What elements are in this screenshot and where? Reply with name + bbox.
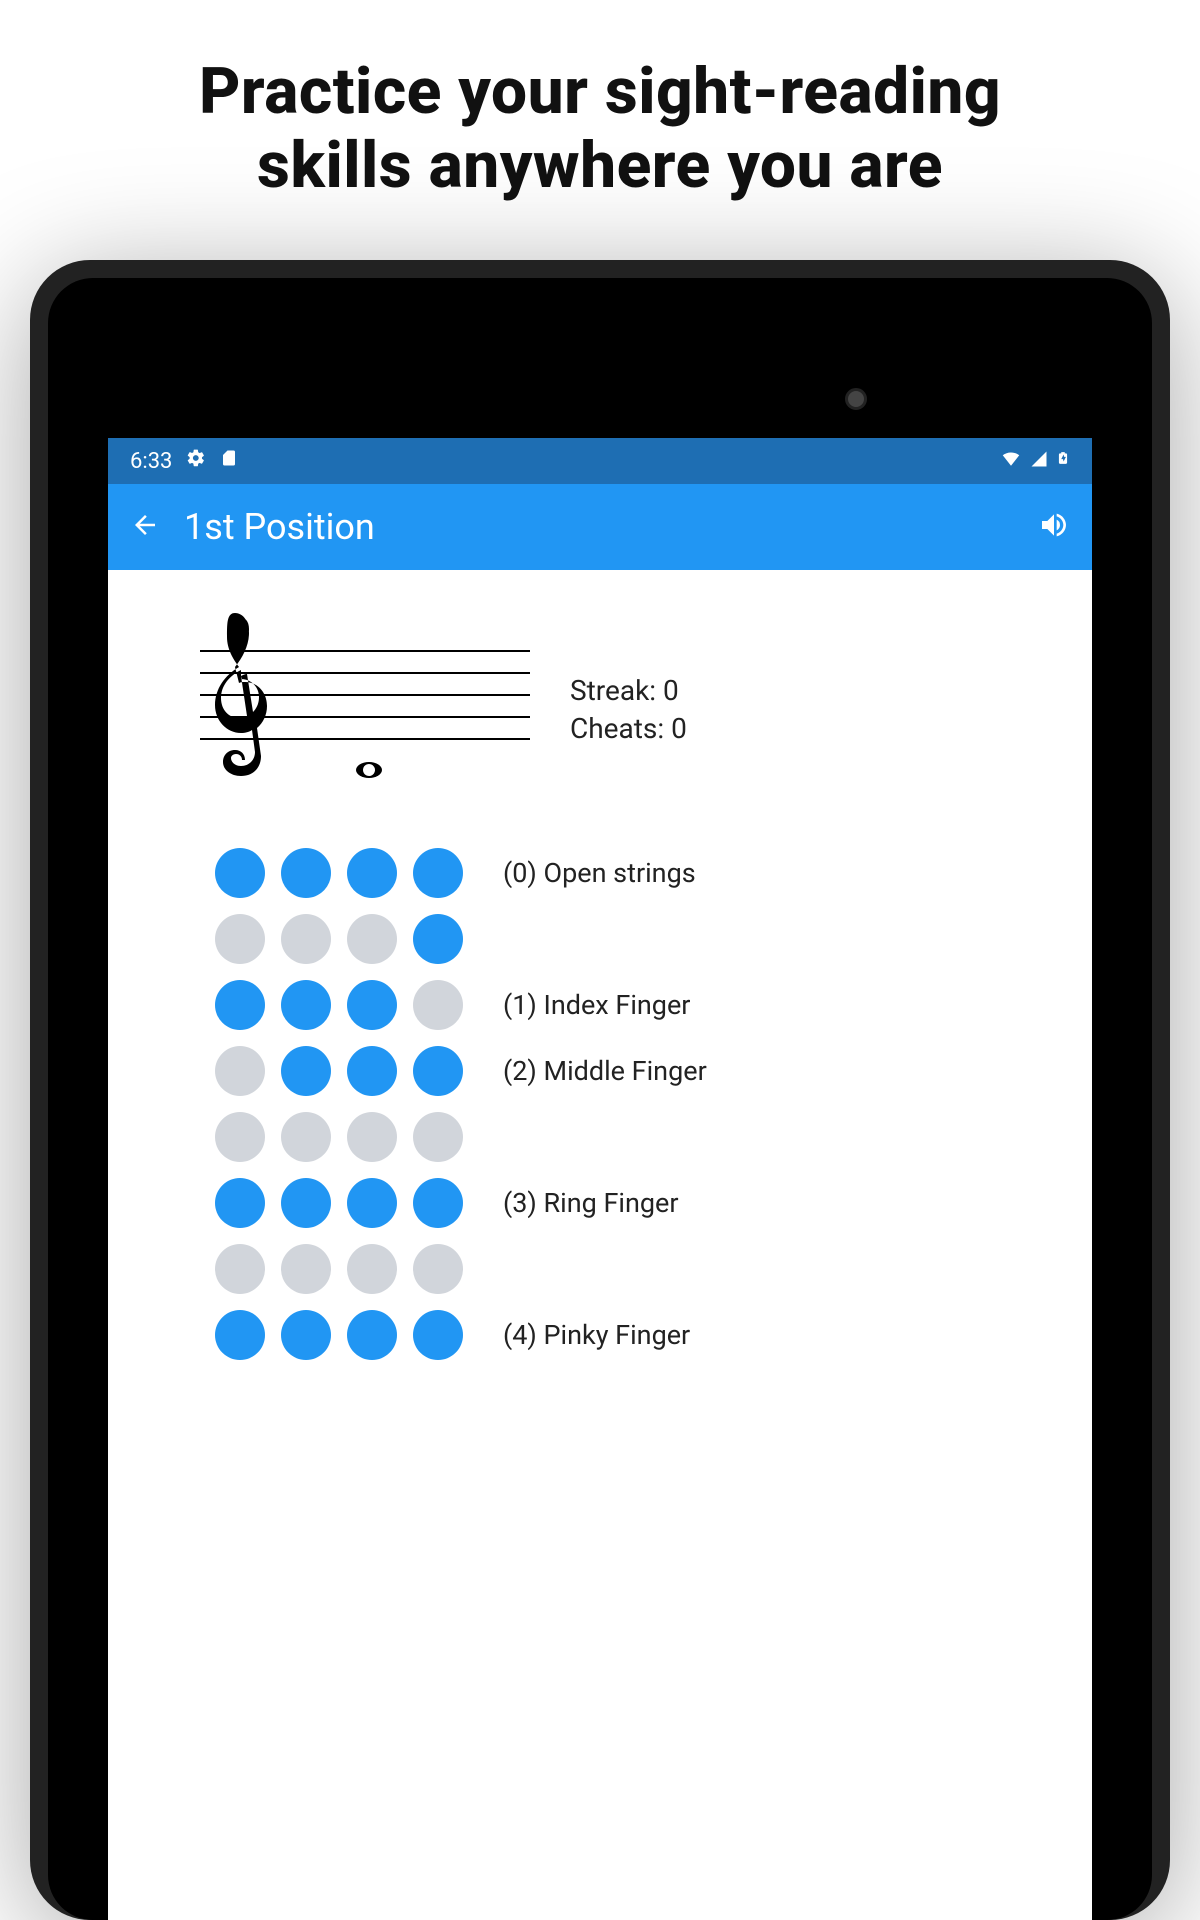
- fret-dot[interactable]: [281, 980, 331, 1030]
- fret-row: [215, 914, 1070, 964]
- fret-dot[interactable]: [215, 914, 265, 964]
- fret-dot[interactable]: [215, 1244, 265, 1294]
- fret-dot[interactable]: [413, 848, 463, 898]
- fret-row-label: (2) Middle Finger: [503, 1055, 707, 1087]
- fret-dot[interactable]: [281, 1178, 331, 1228]
- battery-charging-icon: [1056, 447, 1070, 475]
- fret-dot[interactable]: [347, 1046, 397, 1096]
- fret-dot[interactable]: [347, 1244, 397, 1294]
- fret-dot[interactable]: [413, 980, 463, 1030]
- fret-dot[interactable]: [281, 1244, 331, 1294]
- fret-dot[interactable]: [281, 1112, 331, 1162]
- streak-label: Streak:: [570, 674, 656, 707]
- tablet-frame: 6:33: [30, 260, 1170, 1920]
- tablet-camera: [845, 388, 867, 410]
- fret-row-label: (4) Pinky Finger: [503, 1319, 690, 1351]
- fret-dot[interactable]: [347, 1112, 397, 1162]
- promo-line-2: skills anywhere you are: [0, 129, 1200, 203]
- main-content: Streak: 0 Cheats: 0 (0) Open strings (1) …: [108, 570, 1092, 1360]
- fret-dot[interactable]: [215, 1178, 265, 1228]
- app-bar: 1st Position: [108, 484, 1092, 570]
- fret-dot[interactable]: [347, 1178, 397, 1228]
- music-staff: [200, 640, 530, 780]
- fret-row: (2) Middle Finger: [215, 1046, 1070, 1096]
- fret-dot[interactable]: [215, 980, 265, 1030]
- fret-row-label: (1) Index Finger: [503, 989, 690, 1021]
- fret-dot[interactable]: [215, 1112, 265, 1162]
- status-time: 6:33: [130, 449, 172, 474]
- fret-dot[interactable]: [413, 1178, 463, 1228]
- fret-dot[interactable]: [215, 1310, 265, 1360]
- fret-dot[interactable]: [281, 914, 331, 964]
- sd-card-icon: [220, 448, 238, 474]
- fret-row: [215, 1112, 1070, 1162]
- treble-clef-icon: [208, 612, 270, 816]
- cheats-label: Cheats:: [570, 712, 664, 745]
- fret-dot[interactable]: [347, 1310, 397, 1360]
- fretboard-grid: (0) Open strings (1) Index Finger (2) Midd…: [215, 848, 1070, 1360]
- fret-row: (4) Pinky Finger: [215, 1310, 1070, 1360]
- fret-dot[interactable]: [347, 848, 397, 898]
- signal-icon: [1030, 449, 1048, 474]
- fret-dot[interactable]: [215, 1046, 265, 1096]
- score-row: Streak: 0 Cheats: 0: [200, 640, 1070, 780]
- promo-headline: Practice your sight-reading skills anywh…: [0, 0, 1200, 202]
- fret-dot[interactable]: [215, 848, 265, 898]
- fret-dot[interactable]: [413, 1310, 463, 1360]
- tablet-bezel: 6:33: [48, 278, 1152, 1920]
- fret-row: [215, 1244, 1070, 1294]
- fret-dot[interactable]: [413, 1112, 463, 1162]
- fret-dot[interactable]: [413, 914, 463, 964]
- fret-row: (3) Ring Finger: [215, 1178, 1070, 1228]
- fret-row-label: (3) Ring Finger: [503, 1187, 679, 1219]
- fret-dot[interactable]: [413, 1244, 463, 1294]
- sound-button[interactable]: [1038, 509, 1070, 545]
- whole-note-icon: [355, 742, 383, 790]
- fret-dot[interactable]: [347, 914, 397, 964]
- page-title: 1st Position: [184, 506, 1014, 548]
- back-button[interactable]: [130, 510, 160, 544]
- gear-icon: [186, 448, 206, 474]
- fret-row: (1) Index Finger: [215, 980, 1070, 1030]
- fret-dot[interactable]: [281, 848, 331, 898]
- stats-block: Streak: 0 Cheats: 0: [570, 672, 687, 748]
- promo-line-1: Practice your sight-reading: [0, 55, 1200, 129]
- fret-dot[interactable]: [347, 980, 397, 1030]
- tablet-screen: 6:33: [108, 438, 1092, 1920]
- streak-value: 0: [663, 674, 679, 707]
- fret-dot[interactable]: [281, 1310, 331, 1360]
- cheats-value: 0: [671, 712, 687, 745]
- fret-dot[interactable]: [281, 1046, 331, 1096]
- fret-row: (0) Open strings: [215, 848, 1070, 898]
- fret-dot[interactable]: [413, 1046, 463, 1096]
- fret-row-label: (0) Open strings: [503, 857, 696, 889]
- status-bar: 6:33: [108, 438, 1092, 484]
- wifi-icon: [1000, 449, 1022, 474]
